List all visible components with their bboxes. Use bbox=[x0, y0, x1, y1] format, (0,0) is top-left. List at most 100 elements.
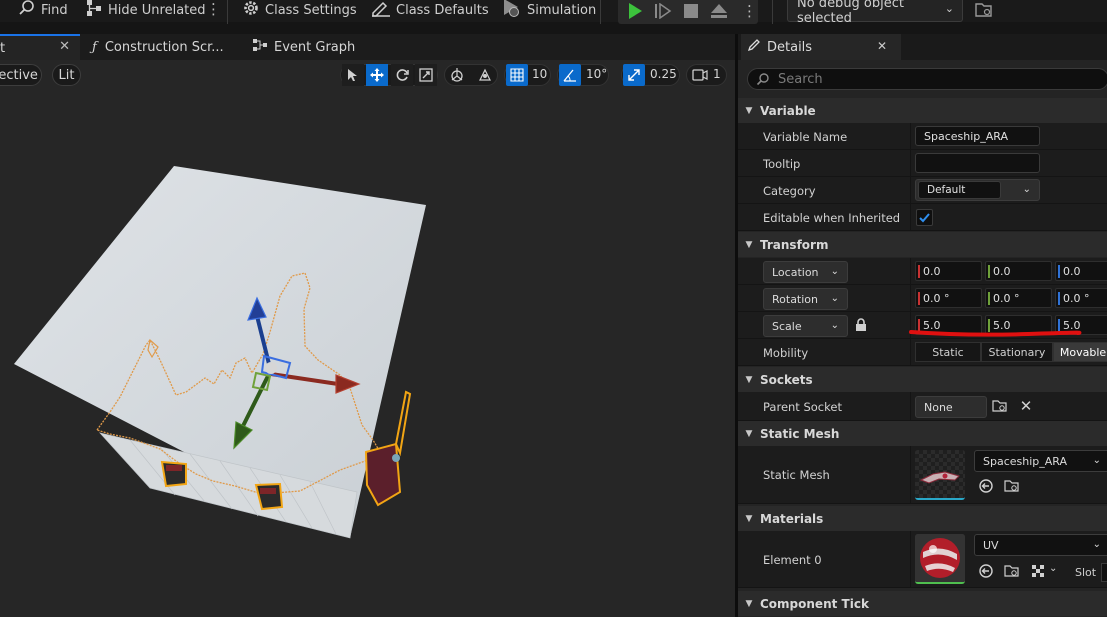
static-mesh-thumbnail[interactable] bbox=[915, 450, 965, 500]
chevron-down-icon: ⌄ bbox=[830, 320, 839, 331]
use-selected-icon[interactable] bbox=[978, 478, 994, 494]
static-mesh-value: Spaceship_ARA bbox=[983, 454, 1068, 468]
location-x-field[interactable]: 0.0 bbox=[915, 261, 982, 281]
category-label: Static Mesh bbox=[760, 426, 840, 441]
rotation-y-field[interactable]: 0.0 ° bbox=[985, 288, 1052, 308]
category-label: Variable bbox=[760, 103, 816, 118]
hide-unrelated-button[interactable]: Hide Unrelated bbox=[85, 0, 206, 20]
lock-icon[interactable] bbox=[855, 318, 867, 335]
blueprint-viewport[interactable]: pective Lit 10 10° 0.25 1 bbox=[0, 60, 735, 617]
search-placeholder: Search bbox=[778, 71, 823, 87]
rotation-mode-select[interactable]: Rotation ⌄ bbox=[763, 288, 848, 310]
chevron-down-icon: ⌄ bbox=[1092, 455, 1101, 466]
chevron-down-icon: ⌄ bbox=[1022, 184, 1031, 195]
simulation-button[interactable]: Simulation bbox=[500, 0, 596, 20]
collapse-arrow-icon: ▼ bbox=[745, 374, 753, 385]
browse-asset-icon[interactable] bbox=[1004, 478, 1020, 494]
divider bbox=[910, 204, 911, 230]
tab-viewport[interactable]: t ✕ bbox=[0, 34, 80, 60]
row-rotation: Rotation ⌄ 0.0 ° 0.0 ° 0.0 ° bbox=[738, 285, 1107, 312]
collapse-arrow-icon: ▼ bbox=[745, 428, 753, 439]
texture-options-icon[interactable] bbox=[1030, 563, 1046, 579]
location-z-field[interactable]: 0.0 bbox=[1055, 261, 1107, 281]
category-variable[interactable]: ▼ Variable bbox=[738, 98, 1107, 123]
scale-mode-select[interactable]: Scale ⌄ bbox=[763, 315, 848, 337]
use-selected-icon[interactable] bbox=[978, 563, 994, 579]
location-mode-select[interactable]: Location ⌄ bbox=[763, 261, 848, 283]
category-text-field[interactable]: Default bbox=[918, 181, 1001, 199]
hide-unrelated-label: Hide Unrelated bbox=[108, 2, 206, 18]
close-icon[interactable]: ✕ bbox=[877, 39, 887, 53]
tab-construction-script-label: Construction Scr... bbox=[104, 39, 224, 55]
category-static-mesh[interactable]: ▼ Static Mesh bbox=[738, 421, 1107, 446]
row-scale: Scale ⌄ 5.0 5.0 5.0 bbox=[738, 312, 1107, 339]
collapse-arrow-icon: ▼ bbox=[745, 105, 753, 116]
tab-construction-script[interactable]: ƒ Construction Scr... bbox=[80, 34, 240, 60]
clear-socket-icon[interactable]: ✕ bbox=[1018, 397, 1034, 415]
category-label: Component Tick bbox=[760, 596, 869, 611]
location-z-value: 0.0 bbox=[1063, 264, 1081, 278]
scene-render bbox=[14, 166, 426, 539]
category-transform[interactable]: ▼ Transform bbox=[738, 232, 1107, 257]
variable-name-label: Variable Name bbox=[763, 129, 848, 144]
close-icon[interactable]: ✕ bbox=[59, 39, 70, 54]
divider bbox=[910, 285, 911, 311]
parent-socket-field[interactable]: None bbox=[915, 396, 987, 418]
class-settings-button[interactable]: Class Settings bbox=[242, 0, 357, 20]
material-select[interactable]: UV ⌄ bbox=[974, 534, 1107, 556]
browse-socket-icon[interactable] bbox=[992, 398, 1008, 414]
step-icon[interactable] bbox=[654, 2, 672, 22]
divider bbox=[910, 446, 911, 503]
location-y-field[interactable]: 0.0 bbox=[985, 261, 1052, 281]
material-thumbnail[interactable] bbox=[915, 534, 965, 584]
editable-inherited-checkbox[interactable] bbox=[916, 209, 933, 226]
play-options-icon[interactable]: ⋮ bbox=[742, 2, 757, 20]
play-icon[interactable] bbox=[626, 2, 644, 23]
divider bbox=[910, 531, 911, 587]
tooltip-field[interactable] bbox=[915, 153, 1040, 173]
row-mobility: Mobility Static Stationary Movable bbox=[738, 339, 1107, 366]
location-y-value: 0.0 bbox=[993, 264, 1011, 278]
tab-viewport-label: t bbox=[0, 40, 6, 56]
collapse-arrow-icon: ▼ bbox=[745, 513, 753, 524]
mobility-static-option[interactable]: Static bbox=[915, 342, 981, 362]
browse-debug-icon[interactable] bbox=[974, 1, 994, 22]
details-search-input[interactable]: Search bbox=[747, 68, 1107, 90]
chevron-down-icon[interactable]: ⌄ bbox=[1049, 563, 1057, 574]
class-defaults-button[interactable]: Class Defaults bbox=[371, 0, 489, 20]
find-button[interactable]: Find bbox=[18, 0, 68, 20]
mobility-stationary-option[interactable]: Stationary bbox=[981, 342, 1053, 362]
slot-field[interactable] bbox=[1101, 563, 1107, 582]
category-sockets[interactable]: ▼ Sockets bbox=[738, 367, 1107, 392]
category-value: Default bbox=[927, 184, 966, 196]
category-component-tick[interactable]: ▼ Component Tick bbox=[738, 591, 1107, 616]
tab-event-graph-label: Event Graph bbox=[274, 39, 356, 55]
editable-inherited-label: Editable when Inherited bbox=[763, 210, 901, 225]
variable-name-field[interactable]: Spaceship_ARA bbox=[915, 126, 1040, 146]
mobility-movable-option[interactable]: Movable bbox=[1053, 342, 1107, 362]
search-icon bbox=[18, 0, 36, 21]
details-body: Search ▼ Variable Variable Name Spaceshi… bbox=[738, 60, 1107, 617]
stop-icon[interactable] bbox=[683, 3, 699, 22]
category-materials[interactable]: ▼ Materials bbox=[738, 506, 1107, 531]
rotation-label: Rotation bbox=[772, 292, 819, 306]
eject-icon[interactable] bbox=[710, 3, 728, 22]
location-label: Location bbox=[772, 265, 819, 279]
gear-icon bbox=[242, 0, 260, 21]
main-toolbar: Find Hide Unrelated ⋮ Class Settings Cla… bbox=[0, 0, 1107, 26]
debug-object-select[interactable]: No debug object selected ⌄ bbox=[787, 0, 963, 26]
category-label: Materials bbox=[760, 511, 824, 526]
class-defaults-label: Class Defaults bbox=[396, 2, 489, 18]
browse-asset-icon[interactable] bbox=[1004, 563, 1020, 579]
tab-event-graph[interactable]: Event Graph bbox=[240, 34, 390, 60]
parent-socket-value: None bbox=[924, 400, 953, 414]
category-label: Transform bbox=[760, 237, 829, 252]
rotation-z-field[interactable]: 0.0 ° bbox=[1055, 288, 1107, 308]
mobility-static-label: Static bbox=[932, 345, 964, 359]
category-combo[interactable]: Default ⌄ bbox=[915, 179, 1040, 201]
tab-details[interactable]: Details ✕ bbox=[741, 34, 901, 60]
rotation-x-field[interactable]: 0.0 ° bbox=[915, 288, 982, 308]
static-mesh-select[interactable]: Spaceship_ARA ⌄ bbox=[974, 450, 1107, 472]
variable-name-value: Spaceship_ARA bbox=[924, 129, 1009, 143]
more-options-icon[interactable]: ⋮ bbox=[206, 2, 221, 17]
